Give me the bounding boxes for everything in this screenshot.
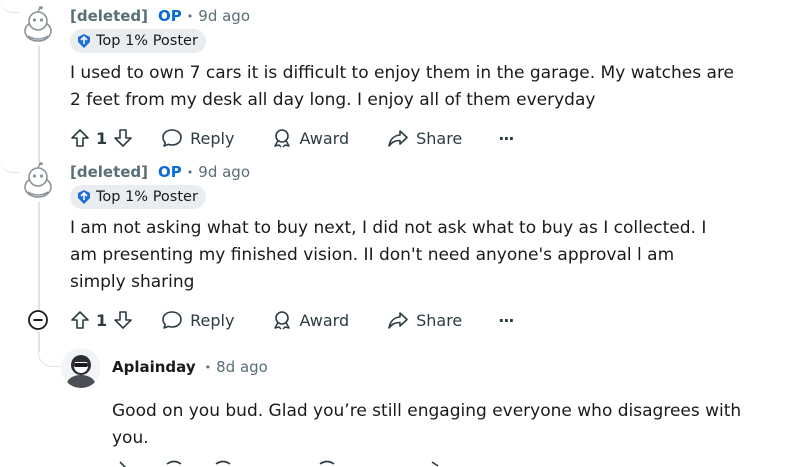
share-icon: [388, 312, 408, 329]
timestamp[interactable]: 9d ago: [198, 163, 250, 181]
share-icon: [388, 130, 408, 147]
comment-meta: [deleted] OP • 9d ago: [70, 7, 250, 25]
comment-actions: 1 Reply Award Share ···: [70, 123, 515, 153]
user-flair: Top 1% Poster: [70, 185, 206, 209]
comment-bubble-icon: [162, 129, 182, 147]
collapse-minus-icon: [28, 310, 48, 330]
award-icon: [274, 311, 291, 330]
avatar[interactable]: [61, 348, 101, 388]
deleted-user-avatar-icon: [18, 162, 58, 202]
thread-elbow: [0, 0, 20, 13]
award-icon: [274, 129, 291, 148]
op-badge: OP: [158, 163, 182, 181]
avatar[interactable]: [18, 6, 58, 46]
top-poster-icon: [78, 190, 90, 204]
author-name[interactable]: Aplainday: [112, 358, 196, 376]
vote-count: 1: [96, 310, 108, 330]
share-button[interactable]: Share: [387, 310, 462, 330]
comment-meta: Aplainday • 8d ago: [112, 358, 268, 376]
share-label: Share: [416, 310, 463, 330]
reply-button[interactable]: Reply: [161, 310, 234, 330]
downvote-button[interactable]: [113, 310, 133, 330]
actions-row-icons: [119, 460, 439, 467]
comment-meta: [deleted] OP • 9d ago: [70, 163, 250, 181]
award-button[interactable]: Award: [272, 310, 349, 330]
comment-body: I used to own 7 cars it is difficult to …: [70, 63, 735, 110]
thread-elbow: [0, 160, 20, 173]
downvote-icon: [114, 311, 132, 329]
reply-button[interactable]: Reply: [161, 128, 234, 148]
separator-dot: •: [204, 360, 212, 374]
comment-actions-partial: [112, 460, 472, 467]
author-name[interactable]: [deleted]: [70, 163, 148, 181]
timestamp[interactable]: 8d ago: [216, 358, 268, 376]
more-options-icon: ···: [498, 310, 514, 330]
op-badge: OP: [158, 7, 182, 25]
flair-label: Top 1% Poster: [96, 33, 198, 49]
upvote-button[interactable]: [70, 310, 90, 330]
author-name[interactable]: [deleted]: [70, 7, 148, 25]
comment-actions: 1 Reply Award Share ···: [70, 305, 515, 335]
separator-dot: •: [186, 9, 194, 23]
deleted-user-avatar-icon: [18, 6, 58, 46]
comment-body: I am not asking what to buy next, I did …: [70, 218, 707, 292]
upvote-button[interactable]: [70, 128, 90, 148]
thread-elbow: [38, 338, 61, 367]
separator-dot: •: [186, 165, 194, 179]
award-label: Award: [299, 310, 350, 330]
top-poster-icon: [78, 34, 90, 48]
award-label: Award: [299, 128, 350, 148]
vote-count: 1: [96, 128, 108, 148]
upvote-icon: [71, 129, 89, 147]
share-label: Share: [416, 128, 463, 148]
reply-label: Reply: [190, 128, 235, 148]
award-button[interactable]: Award: [272, 128, 349, 148]
share-button[interactable]: Share: [387, 128, 462, 148]
user-flair: Top 1% Poster: [70, 29, 206, 53]
timestamp[interactable]: 9d ago: [198, 7, 250, 25]
downvote-icon: [114, 129, 132, 147]
downvote-button[interactable]: [113, 128, 133, 148]
user-avatar-icon: [61, 348, 101, 388]
more-options-button[interactable]: ···: [498, 128, 514, 148]
comment-bubble-icon: [162, 311, 182, 329]
collapse-thread-button[interactable]: [26, 308, 50, 332]
more-options-icon: ···: [498, 128, 514, 148]
reply-label: Reply: [190, 310, 235, 330]
comment-body: Good on you bud. Glad you’re still engag…: [112, 401, 742, 448]
more-options-button[interactable]: ···: [498, 310, 514, 330]
upvote-icon: [71, 311, 89, 329]
avatar[interactable]: [18, 162, 58, 202]
flair-label: Top 1% Poster: [96, 189, 198, 205]
